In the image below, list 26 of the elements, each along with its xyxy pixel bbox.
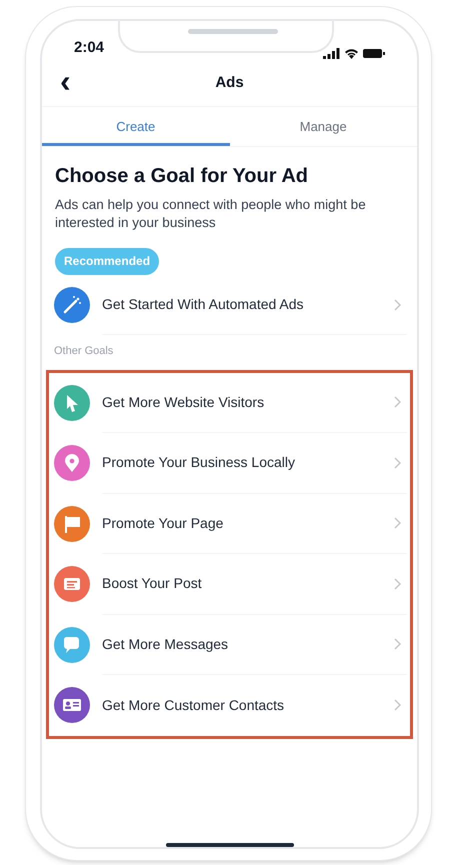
tab[interactable]: Manage [230, 107, 417, 146]
back-button[interactable]: ‹ [56, 67, 75, 95]
chevron-right-icon [394, 517, 401, 530]
chevron-right-icon [394, 298, 401, 310]
goal-item[interactable]: Get More Customer Contacts [52, 675, 407, 736]
goal-item[interactable]: Get More Messages [52, 614, 407, 675]
goal-item[interactable]: Boost Your Post [52, 554, 407, 614]
status-time: 2:04 [74, 38, 104, 58]
description: Ads can help you connect with people who might be interested in your business [55, 196, 367, 232]
recommended-badge: Recommended [55, 248, 160, 275]
page-heading: Choose a Goal for Your Ad [55, 164, 309, 189]
chevron-right-icon [394, 699, 401, 712]
wifi-icon [344, 48, 359, 59]
chevron-right-icon [394, 578, 401, 590]
goal-item[interactable]: Get More Website Visitors [52, 372, 407, 433]
signal-icon [323, 48, 340, 59]
chevron-right-icon [394, 456, 401, 469]
chevron-right-icon [394, 396, 401, 408]
section-label: Other Goals [54, 344, 114, 359]
chevron-right-icon [394, 638, 401, 650]
battery-icon [363, 48, 385, 59]
tab[interactable]: Create [42, 107, 230, 146]
goal-item[interactable]: Promote Your Page [52, 494, 407, 554]
goal-item[interactable]: Promote Your Business Locally [52, 433, 407, 494]
page-title: Ads [215, 73, 244, 94]
goal-item[interactable]: Get Started With Automated Ads [52, 275, 407, 335]
